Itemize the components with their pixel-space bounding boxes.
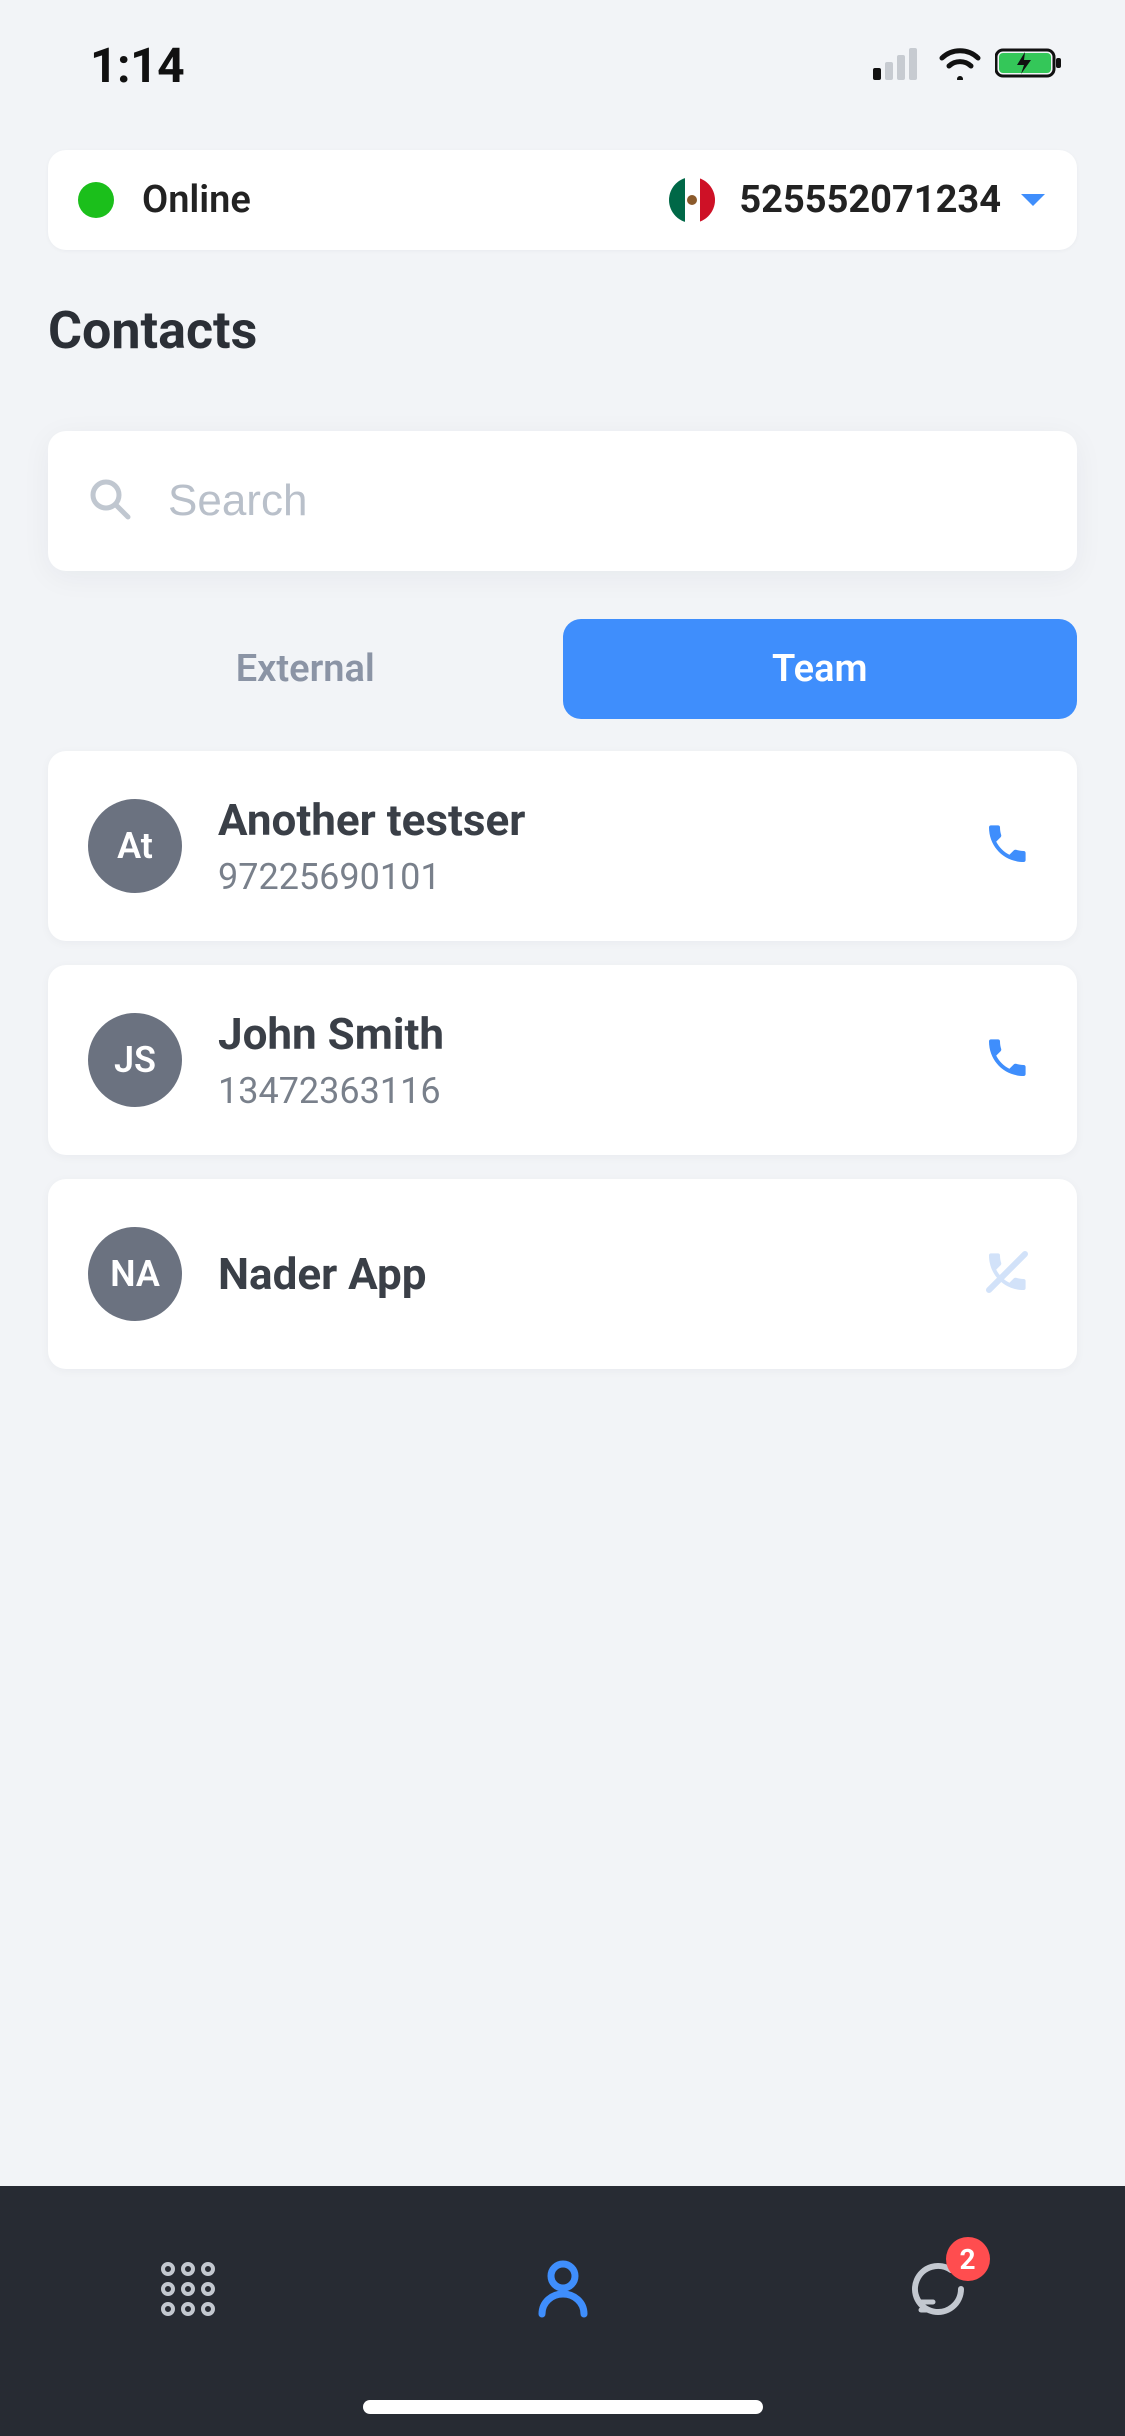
- status-time: 1:14: [90, 37, 184, 94]
- phone-icon: [983, 820, 1031, 872]
- contact-name: Another testser: [218, 794, 977, 846]
- status-icons: [873, 46, 1065, 84]
- search-icon: [88, 477, 132, 525]
- online-status-dot: [78, 182, 114, 218]
- contact-phone: 13472363116: [218, 1070, 977, 1112]
- tab-team[interactable]: Team: [563, 619, 1078, 719]
- search-input[interactable]: [168, 476, 1037, 526]
- notification-badge: 2: [946, 2237, 990, 2281]
- contact-row[interactable]: NA Nader App: [48, 1179, 1077, 1369]
- home-indicator: [363, 2400, 763, 2414]
- contact-name: Nader App: [218, 1248, 977, 1300]
- contact-tabs: External Team: [48, 619, 1077, 719]
- tab-external[interactable]: External: [48, 619, 563, 719]
- search-field-wrap[interactable]: [48, 431, 1077, 571]
- contact-row[interactable]: JS John Smith 13472363116: [48, 965, 1077, 1155]
- phone-off-icon: [983, 1248, 1031, 1300]
- call-button[interactable]: [977, 816, 1037, 876]
- nav-dialpad[interactable]: [88, 2231, 288, 2351]
- call-button[interactable]: [977, 1030, 1037, 1090]
- page-title: Contacts: [48, 300, 1077, 361]
- battery-charging-icon: [995, 46, 1065, 84]
- online-status-label: Online: [142, 178, 251, 222]
- avatar: JS: [88, 1013, 182, 1107]
- nav-activity[interactable]: 2: [838, 2231, 1038, 2351]
- contact-phone: 97225690101: [218, 856, 977, 898]
- call-button-disabled: [977, 1244, 1037, 1304]
- contact-row[interactable]: At Another testser 97225690101: [48, 751, 1077, 941]
- phone-icon: [983, 1034, 1031, 1086]
- wifi-icon: [937, 46, 983, 84]
- contacts-list: At Another testser 97225690101 JS John S…: [48, 751, 1077, 1369]
- bottom-nav: 2: [0, 2186, 1125, 2436]
- contact-name: John Smith: [218, 1008, 977, 1060]
- person-icon: [530, 2256, 596, 2326]
- cellular-signal-icon: [873, 46, 925, 84]
- avatar: NA: [88, 1227, 182, 1321]
- chevron-down-icon[interactable]: [1019, 190, 1047, 210]
- nav-contacts[interactable]: [463, 2231, 663, 2351]
- active-phone-number: 525552071234: [739, 178, 1001, 222]
- country-flag-icon: [669, 177, 715, 223]
- status-bar: 1:14: [0, 0, 1125, 130]
- header-status-card[interactable]: Online 525552071234: [48, 150, 1077, 250]
- avatar: At: [88, 799, 182, 893]
- dialpad-icon: [153, 2254, 223, 2328]
